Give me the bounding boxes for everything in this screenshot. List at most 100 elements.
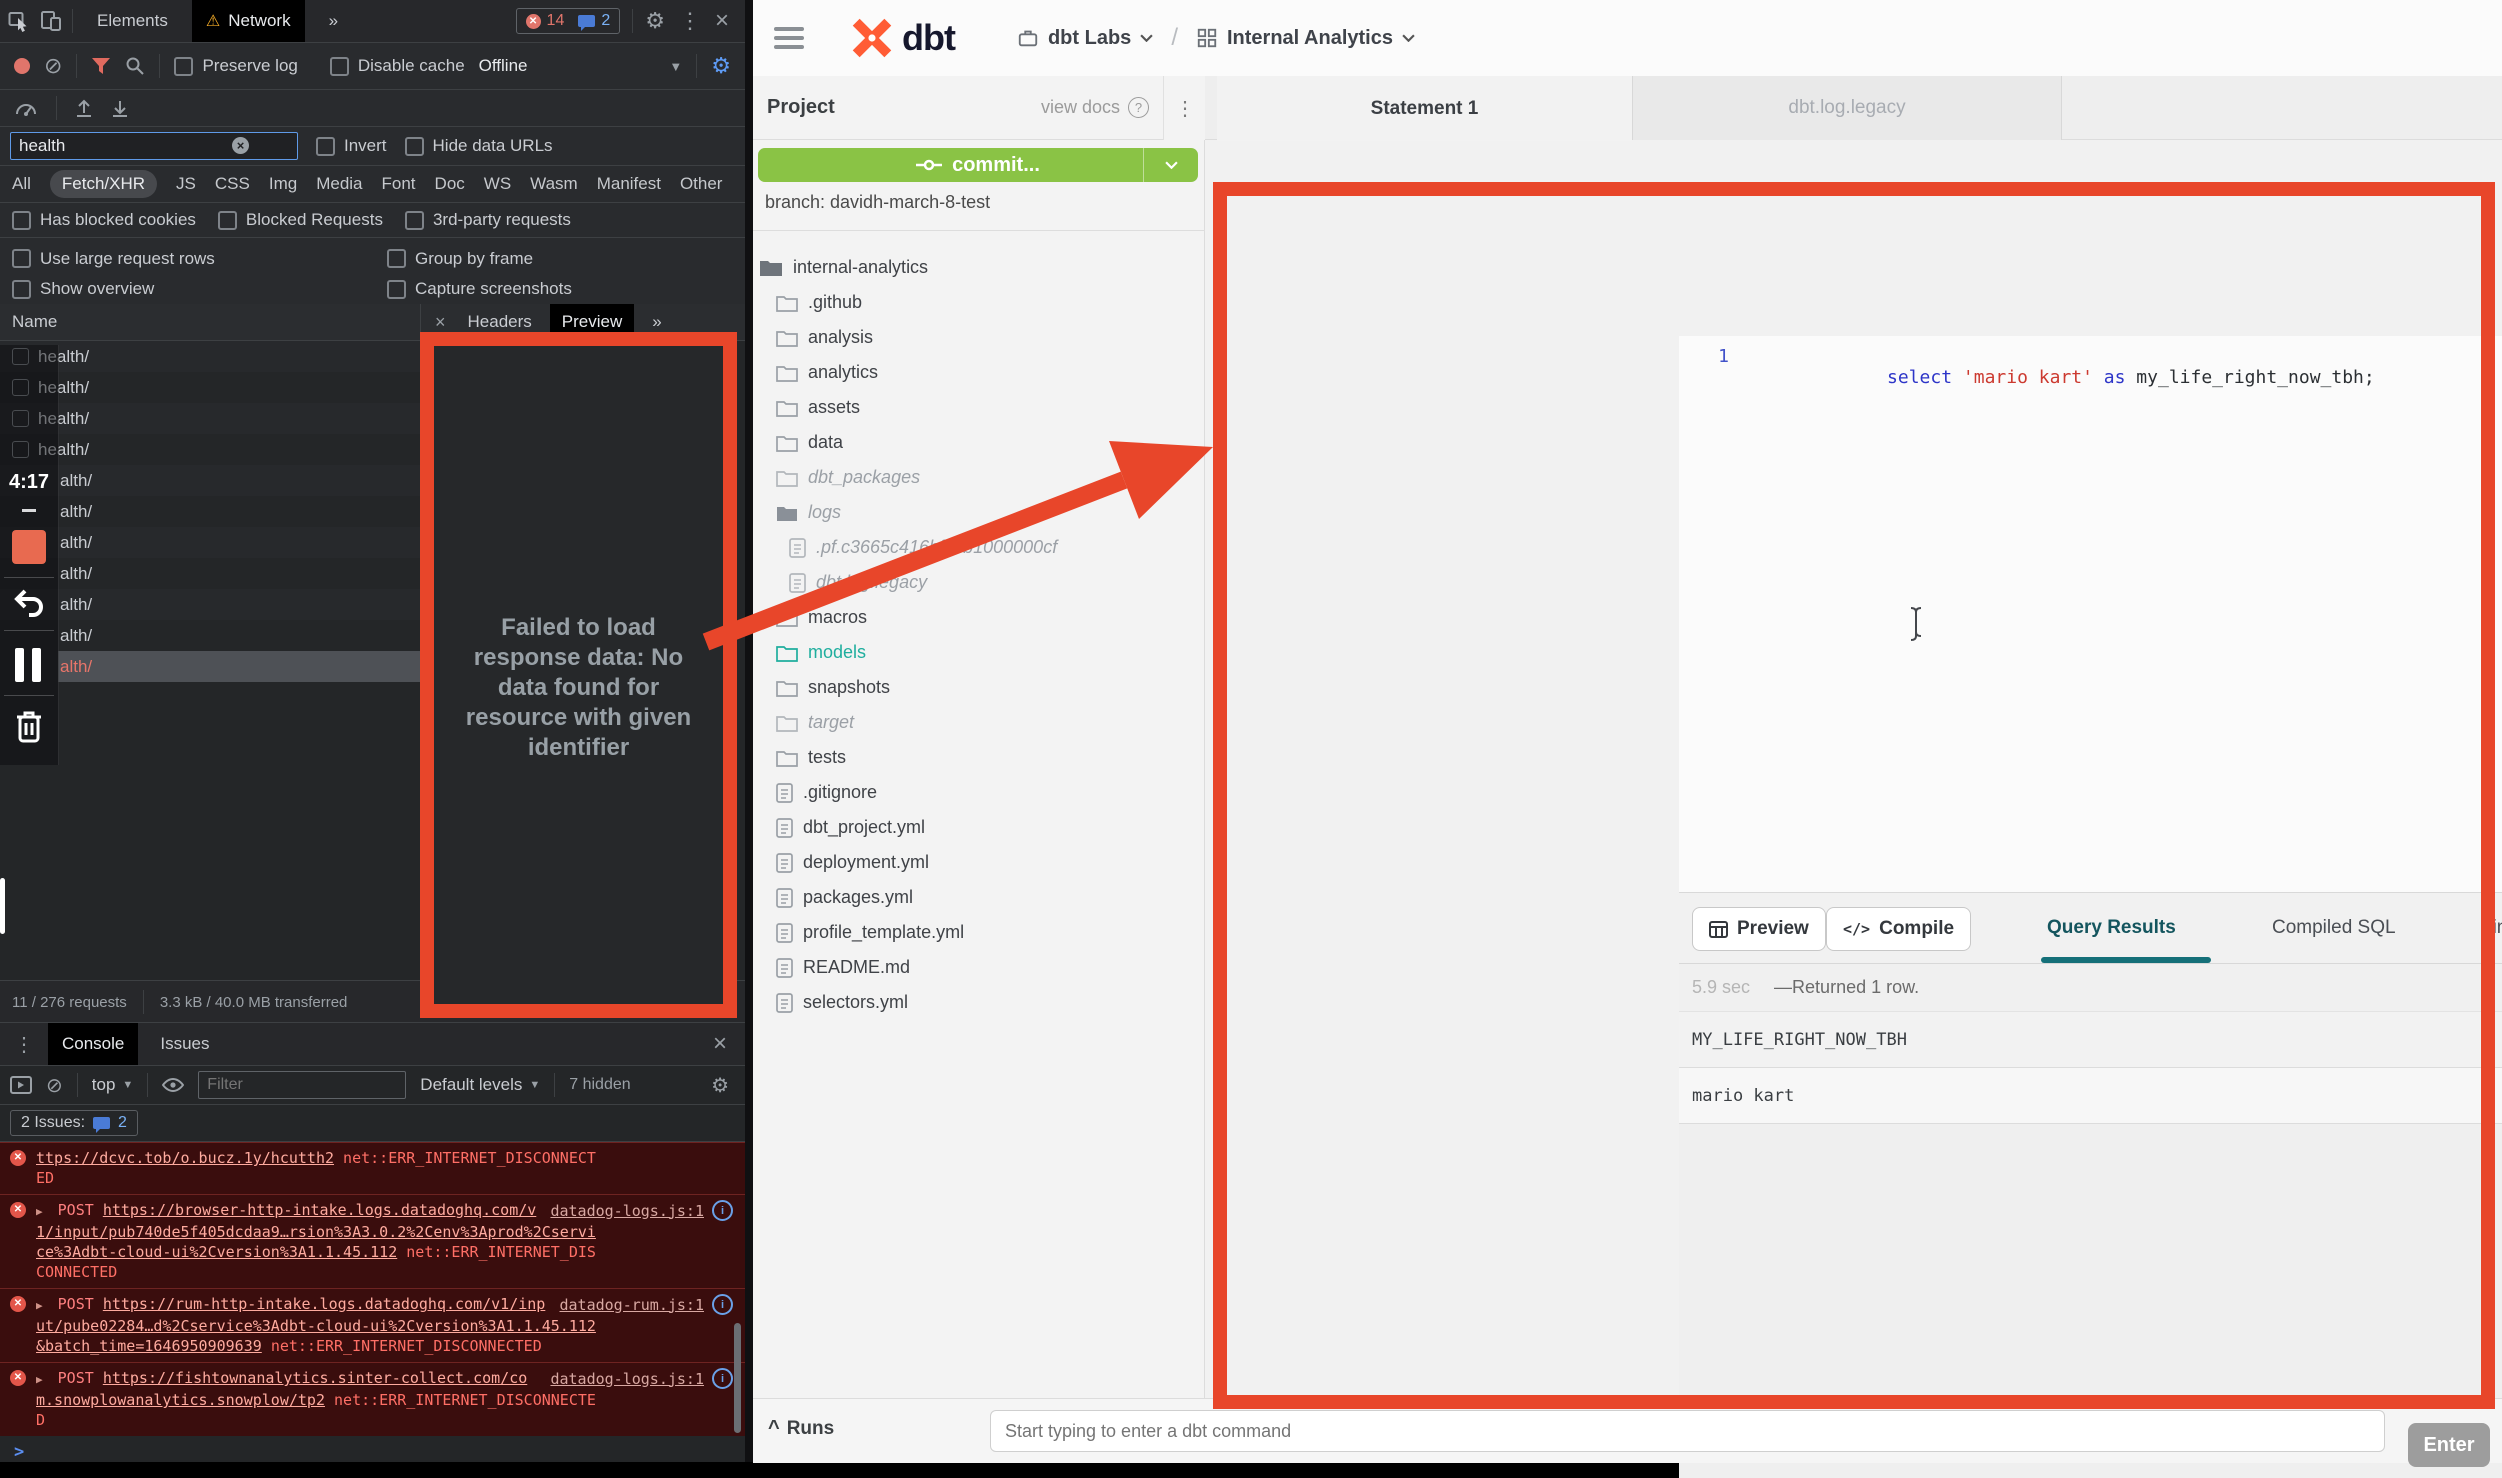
hide-data-urls-checkbox[interactable]: Hide data URLs	[405, 136, 553, 156]
tree-item-folder[interactable]: target	[753, 705, 1205, 740]
chip-ws[interactable]: WS	[484, 174, 511, 194]
third-party-requests-checkbox[interactable]: 3rd-party requests	[405, 210, 571, 230]
request-row[interactable]: alth/	[0, 558, 420, 589]
blocked-requests-checkbox[interactable]: Blocked Requests	[218, 210, 383, 230]
tab-dbt-log-legacy[interactable]: dbt.log.legacy	[1632, 76, 2062, 140]
tree-item-folder[interactable]: data	[753, 425, 1205, 460]
chip-doc[interactable]: Doc	[435, 174, 465, 194]
throttling-select[interactable]: Offline	[479, 56, 528, 76]
tree-item-file[interactable]: dbt.log.legacy	[753, 565, 1205, 600]
console-error[interactable]: ✕ datadog-logs.js:1 i ▶ POST https://fis…	[0, 1362, 745, 1436]
tree-item-folder[interactable]: macros	[753, 600, 1205, 635]
view-docs-link[interactable]: view docs ?	[1041, 97, 1149, 118]
preserve-log-checkbox[interactable]: Preserve log	[174, 56, 297, 76]
recorder-scrubber[interactable]	[0, 878, 5, 934]
chip-other[interactable]: Other	[680, 174, 723, 194]
tree-item-root[interactable]: internal-analytics	[753, 250, 1205, 285]
chip-js[interactable]: JS	[176, 174, 196, 194]
console-filter-input[interactable]	[198, 1071, 406, 1099]
runs-toggle[interactable]: ^ Runs	[768, 1417, 834, 1440]
chip-all[interactable]: All	[12, 174, 31, 194]
record-network-log-icon[interactable]	[14, 58, 30, 74]
filter-funnel-icon[interactable]	[91, 57, 111, 75]
tree-item-file[interactable]: profile_template.yml	[753, 915, 1205, 950]
issues-summary-button[interactable]: 2 Issues: 2	[10, 1110, 138, 1136]
hidden-messages-count[interactable]: 7 hidden	[569, 1076, 630, 1094]
tab-statement-1[interactable]: Statement 1	[1217, 76, 1632, 141]
dbt-command-input[interactable]	[990, 1410, 2385, 1452]
undo-icon[interactable]	[13, 589, 45, 622]
request-row[interactable]: alth/	[0, 589, 420, 620]
import-har-icon[interactable]	[75, 98, 93, 118]
tab-console[interactable]: Console	[48, 1023, 138, 1065]
console-error[interactable]: ✕ datadog-logs.js:1 i ▶ POST https://bro…	[0, 1194, 745, 1288]
source-link[interactable]: datadog-rum.js:1	[560, 1295, 705, 1315]
request-row-selected[interactable]: alth/	[0, 651, 420, 682]
request-row[interactable]: alth/	[0, 496, 420, 527]
tree-item-file[interactable]: packages.yml	[753, 880, 1205, 915]
info-icon[interactable]: i	[712, 1200, 733, 1221]
request-table-name-header[interactable]: Name	[0, 304, 420, 341]
use-large-request-rows-checkbox[interactable]: Use large request rows	[12, 249, 387, 269]
context-selector[interactable]: top ▼	[92, 1075, 134, 1095]
invert-checkbox[interactable]: Invert	[316, 136, 387, 156]
tree-item-folder[interactable]: analysis	[753, 320, 1205, 355]
hamburger-menu-icon[interactable]	[774, 27, 804, 49]
trash-icon[interactable]	[13, 709, 45, 750]
project-switcher[interactable]: Internal Analytics	[1196, 27, 1415, 50]
error-issue-badges[interactable]: ✕ 14 2	[516, 8, 621, 34]
tree-item-file[interactable]: README.md	[753, 950, 1205, 985]
capture-screenshots-checkbox[interactable]: Capture screenshots	[387, 279, 733, 299]
request-row[interactable]: alth/	[0, 465, 420, 496]
request-row[interactable]: alth/	[0, 620, 420, 651]
tree-item-folder[interactable]: logs	[753, 495, 1205, 530]
tree-item-folder[interactable]: tests	[753, 740, 1205, 775]
show-overview-checkbox[interactable]: Show overview	[12, 279, 387, 299]
tree-item-folder[interactable]: assets	[753, 390, 1205, 425]
disable-cache-checkbox[interactable]: Disable cache	[330, 56, 465, 76]
close-devtools-icon[interactable]: ×	[715, 7, 729, 35]
chip-media[interactable]: Media	[316, 174, 362, 194]
chip-wasm[interactable]: Wasm	[530, 174, 578, 194]
export-har-icon[interactable]	[111, 98, 129, 118]
eye-icon[interactable]	[162, 1077, 184, 1093]
enter-button[interactable]: Enter	[2408, 1423, 2490, 1467]
tree-item-folder-models[interactable]: models	[753, 635, 1205, 670]
network-conditions-icon[interactable]	[14, 98, 38, 118]
request-row[interactable]: health/	[0, 434, 420, 465]
close-console-icon[interactable]: ×	[713, 1030, 737, 1058]
has-blocked-cookies-checkbox[interactable]: Has blocked cookies	[12, 210, 196, 230]
clear-network-icon[interactable]: ⊘	[44, 53, 62, 79]
dbt-logo[interactable]: dbt	[850, 16, 955, 60]
info-icon[interactable]: i	[712, 1368, 733, 1389]
commit-dropdown-chevron[interactable]	[1143, 148, 1198, 182]
console-scrollbar[interactable]	[734, 1323, 741, 1433]
throttling-dropdown-chevron[interactable]: ▼	[669, 59, 682, 74]
chip-img[interactable]: Img	[269, 174, 297, 194]
source-link[interactable]: datadog-logs.js:1	[550, 1201, 704, 1221]
disclosure-triangle-icon[interactable]: ▶	[36, 1205, 43, 1218]
request-row[interactable]: health/	[0, 341, 420, 372]
console-settings-gear-icon[interactable]: ⚙	[711, 1073, 735, 1098]
network-settings-gear-icon[interactable]: ⚙	[711, 53, 731, 79]
tree-item-folder[interactable]: .github	[753, 285, 1205, 320]
console-error[interactable]: ✕ datadog-rum.js:1 i ▶ POST https://rum-…	[0, 1288, 745, 1362]
console-kebab-menu-icon[interactable]: ⋮	[8, 1032, 40, 1057]
log-levels-selector[interactable]: Default levels ▼	[420, 1075, 540, 1095]
clear-filter-icon[interactable]: ×	[232, 137, 249, 154]
tree-item-file[interactable]: deployment.yml	[753, 845, 1205, 880]
disclosure-triangle-icon[interactable]: ▶	[36, 1299, 43, 1312]
info-icon[interactable]: i	[712, 1294, 733, 1315]
commit-button[interactable]: commit...	[758, 148, 1198, 182]
request-row[interactable]: health/	[0, 403, 420, 434]
console-prompt[interactable]: >	[0, 1436, 745, 1456]
tree-item-file[interactable]: dbt_project.yml	[753, 810, 1205, 845]
pause-recording-button[interactable]	[15, 648, 41, 682]
console-error[interactable]: ✕ ttps://dcvc.tob/o.bucz.1y/hcutth2 net:…	[0, 1142, 745, 1194]
tree-item-folder[interactable]: analytics	[753, 355, 1205, 390]
chip-fetch-xhr[interactable]: Fetch/XHR	[50, 170, 157, 198]
settings-gear-icon[interactable]: ⚙	[645, 8, 665, 34]
console-sidebar-icon[interactable]	[10, 1076, 32, 1094]
chip-font[interactable]: Font	[382, 174, 416, 194]
more-tabs-chevron[interactable]: »	[315, 0, 352, 42]
